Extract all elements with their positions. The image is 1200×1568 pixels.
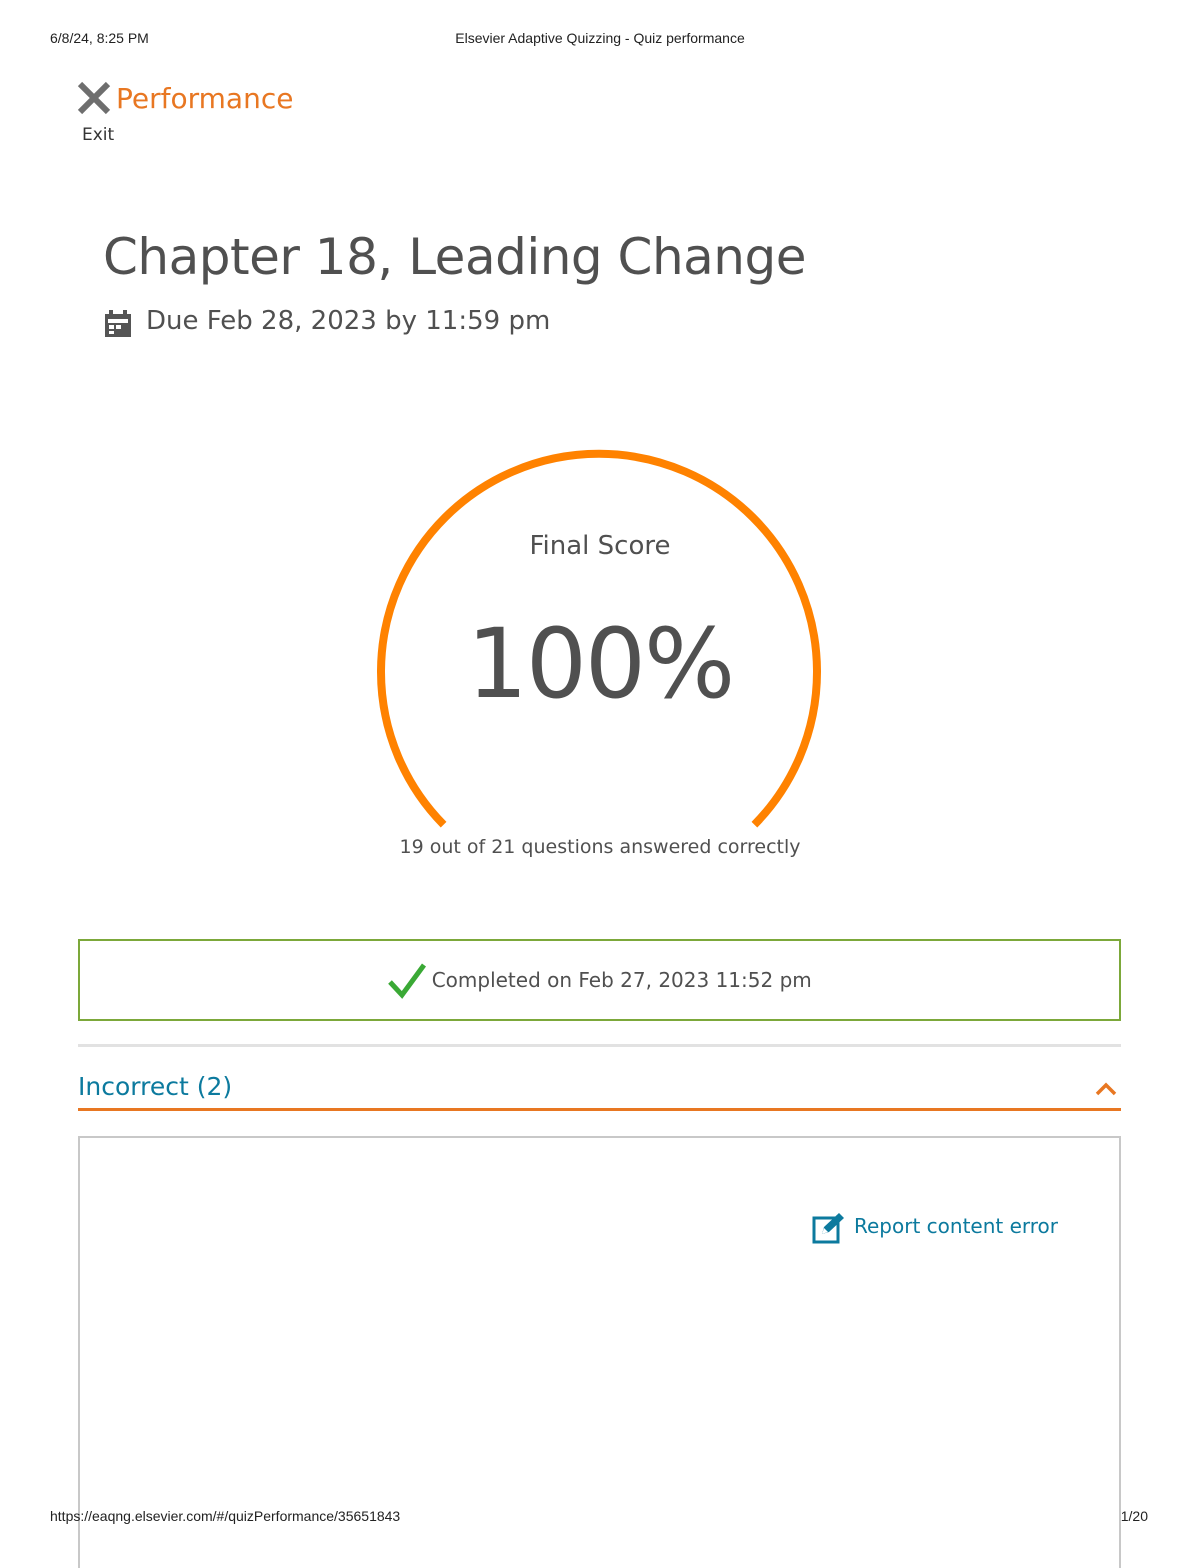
due-date: Due Feb 28, 2023 by 11:59 pm	[146, 306, 551, 336]
score-summary: 19 out of 21 questions answered correctl…	[399, 836, 801, 858]
score-label: Final Score	[529, 531, 671, 561]
incorrect-section-title: Incorrect (2)	[78, 1072, 233, 1101]
print-page-title: Elsevier Adaptive Quizzing - Quiz perfor…	[455, 30, 745, 46]
score-value: 100%	[466, 608, 735, 720]
page-title: Performance	[116, 82, 294, 115]
report-content-error-label: Report content error	[854, 1214, 1059, 1238]
quiz-title: Chapter 18, Leading Change	[103, 228, 806, 286]
section-underline	[78, 1108, 1121, 1111]
completion-status-box: Completed on Feb 27, 2023 11:52 pm	[78, 939, 1121, 1021]
section-divider	[78, 1044, 1121, 1047]
incorrect-section-header[interactable]: Incorrect (2)	[78, 1070, 1121, 1114]
checkmark-icon	[388, 963, 427, 999]
completion-text: Completed on Feb 27, 2023 11:52 pm	[431, 968, 812, 992]
print-header: 6/8/24, 8:25 PM Elsevier Adaptive Quizzi…	[0, 30, 1200, 50]
exit-label: Exit	[82, 125, 115, 145]
edit-icon	[812, 1213, 844, 1244]
close-icon	[77, 81, 111, 115]
calendar-icon	[105, 310, 131, 337]
question-panel: Report content error	[78, 1136, 1121, 1568]
print-page-number: 1/20	[1120, 1508, 1148, 1524]
print-url: https://eaqng.elsevier.com/#/quizPerform…	[50, 1508, 401, 1524]
chevron-up-icon[interactable]	[1093, 1080, 1119, 1098]
print-footer: https://eaqng.elsevier.com/#/quizPerform…	[0, 1508, 1200, 1528]
